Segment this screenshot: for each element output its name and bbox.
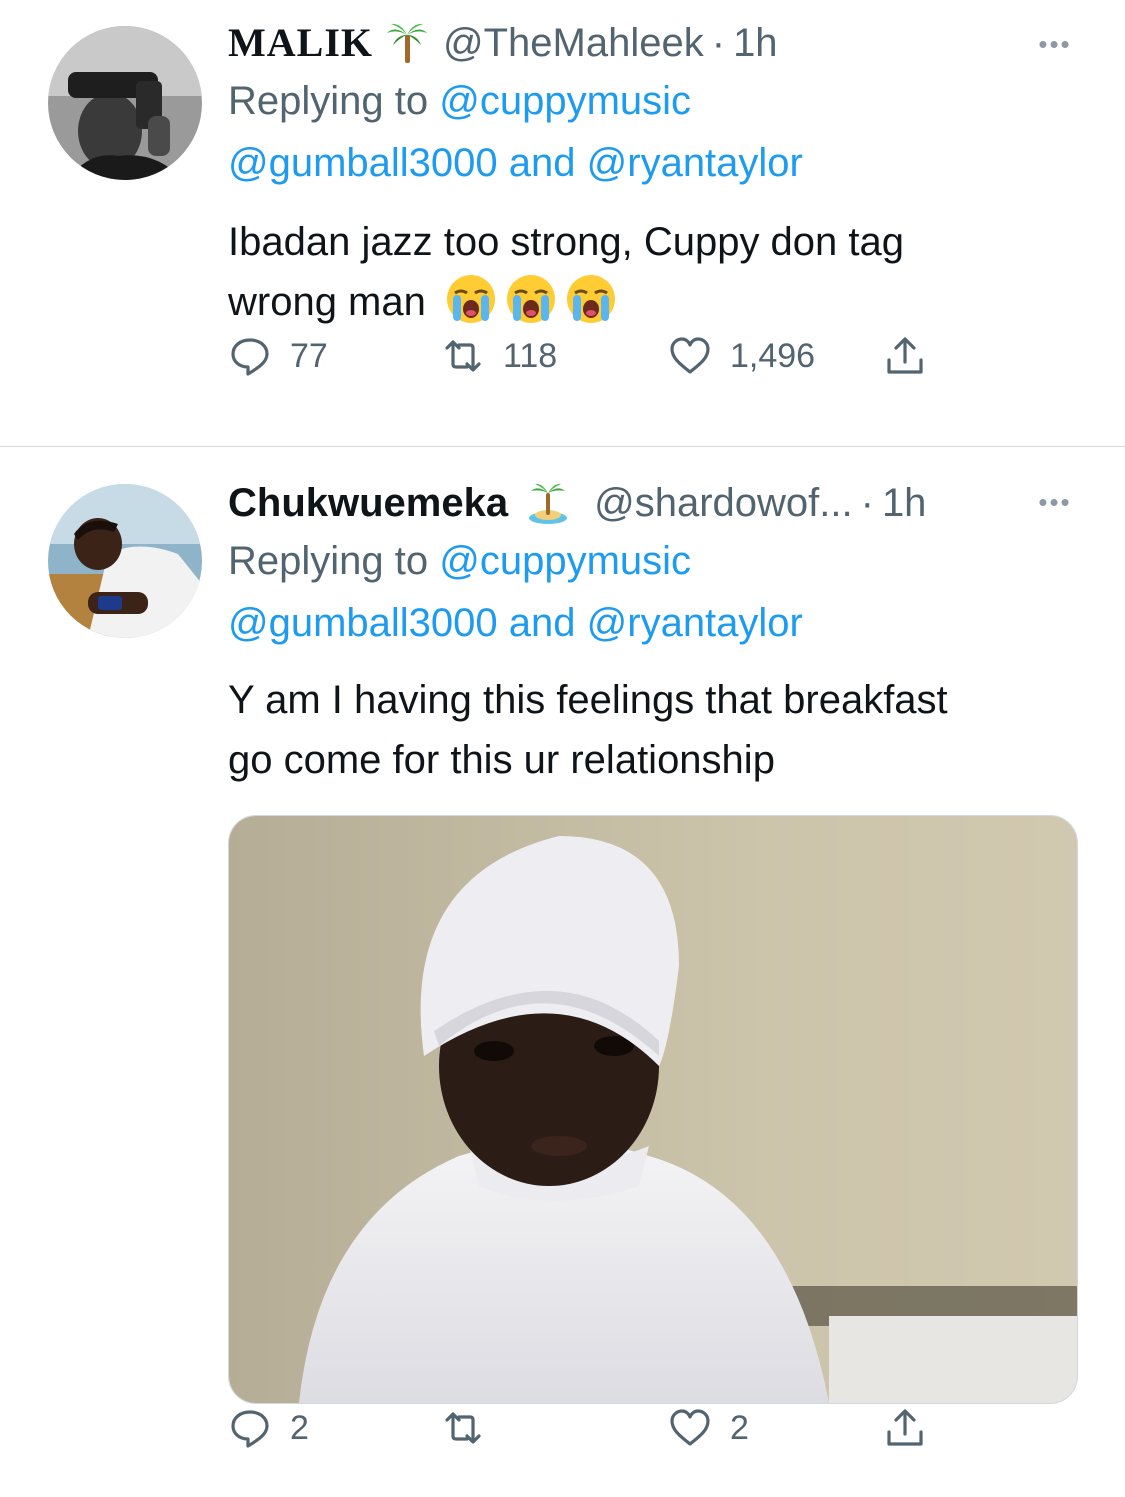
display-name[interactable]: MALIK bbox=[228, 16, 373, 70]
tweet-header: Chukwuemeka @shardowof... · 1h bbox=[228, 476, 1077, 530]
tweet-divider bbox=[0, 446, 1125, 447]
avatar-image bbox=[48, 484, 202, 638]
replying-to-line: Replying to @cuppymusic bbox=[228, 530, 1077, 592]
mention-link[interactable]: @gumball3000 bbox=[228, 141, 498, 185]
avatar[interactable] bbox=[48, 26, 202, 180]
retweet-button[interactable] bbox=[441, 1406, 503, 1450]
boy-in-white-cap-image bbox=[229, 816, 1077, 1403]
loudly-crying-face-icon bbox=[505, 273, 557, 325]
user-handle[interactable]: @TheMahleek bbox=[443, 16, 704, 70]
heart-icon bbox=[670, 1409, 710, 1446]
share-button[interactable] bbox=[883, 1406, 945, 1450]
replying-to-line: Replying to @cuppymusic bbox=[228, 70, 1077, 132]
timestamp[interactable]: 1h bbox=[733, 16, 778, 70]
tweet-text: Y am I having this feelings that breakfa… bbox=[228, 670, 1077, 790]
share-icon bbox=[887, 337, 923, 374]
retweet-icon bbox=[445, 1412, 481, 1444]
tweet-text: Ibadan jazz too strong, Cuppy don tag wr… bbox=[228, 212, 1077, 332]
desert-island-icon bbox=[528, 481, 568, 525]
retweet-icon bbox=[445, 340, 481, 372]
tweet-header: MALIK @TheMahleek · 1h bbox=[228, 16, 1077, 70]
separator-dot: · bbox=[860, 481, 874, 525]
mention-link[interactable]: @ryantaylor bbox=[587, 601, 803, 645]
share-button[interactable] bbox=[883, 334, 945, 378]
avatar-image bbox=[48, 26, 202, 180]
reply-icon bbox=[231, 338, 269, 376]
like-count: 1,496 bbox=[730, 336, 816, 375]
replying-to-label: Replying to bbox=[228, 79, 440, 123]
and-label: and bbox=[497, 141, 587, 185]
loudly-crying-face-icon bbox=[565, 273, 617, 325]
replying-to-line-2: @gumball3000 and @ryantaylor bbox=[228, 592, 1077, 654]
reply-count: 2 bbox=[290, 1408, 309, 1447]
reply-button[interactable]: 2 bbox=[228, 1406, 309, 1450]
separator-dot: · bbox=[711, 21, 726, 65]
loudly-crying-face-icon bbox=[445, 273, 497, 325]
mention-link[interactable]: @ryantaylor bbox=[587, 141, 803, 185]
share-icon bbox=[887, 1409, 923, 1446]
avatar[interactable] bbox=[48, 484, 202, 638]
mention-link[interactable]: @cuppymusic bbox=[439, 79, 691, 123]
mention-link[interactable]: @cuppymusic bbox=[439, 539, 691, 583]
tweet-media-image[interactable] bbox=[228, 815, 1078, 1404]
timestamp[interactable]: 1h bbox=[882, 476, 927, 530]
like-button[interactable]: 2 bbox=[668, 1406, 749, 1450]
reply-icon bbox=[231, 1410, 269, 1448]
heart-icon bbox=[670, 337, 710, 374]
display-name[interactable]: Chukwuemeka bbox=[228, 476, 508, 530]
replying-to-label: Replying to bbox=[228, 539, 440, 583]
palm-tree-icon bbox=[387, 21, 427, 65]
like-count: 2 bbox=[730, 1408, 749, 1447]
reply-count: 77 bbox=[290, 336, 328, 375]
mention-link[interactable]: @gumball3000 bbox=[228, 601, 498, 645]
retweet-count: 118 bbox=[503, 336, 558, 375]
tweet-text-content: Y am I having this feelings that breakfa… bbox=[228, 678, 948, 782]
reply-button[interactable]: 77 bbox=[228, 334, 328, 378]
user-handle[interactable]: @shardowof... bbox=[594, 476, 853, 530]
retweet-button[interactable]: 118 bbox=[441, 334, 557, 378]
replying-to-line-2: @gumball3000 and @ryantaylor bbox=[228, 132, 1077, 194]
like-button[interactable]: 1,496 bbox=[668, 334, 815, 378]
and-label: and bbox=[497, 601, 587, 645]
